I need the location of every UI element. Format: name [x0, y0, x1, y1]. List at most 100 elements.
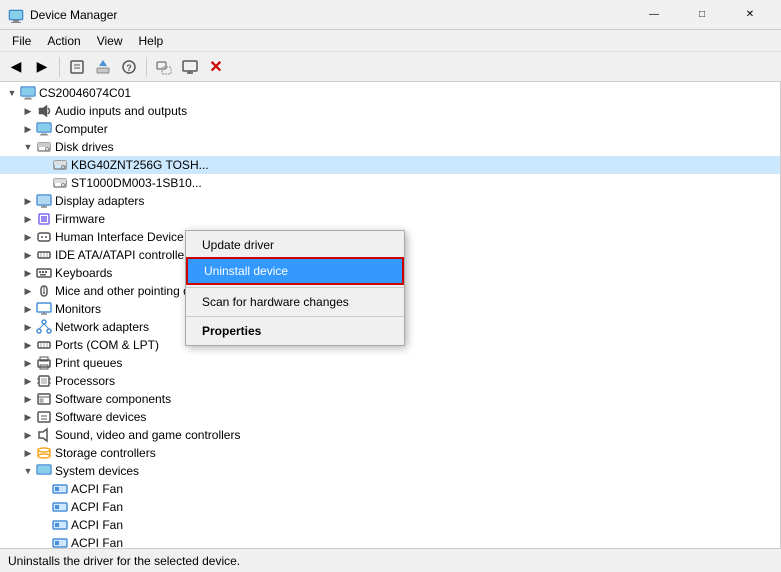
softwarecomponents-icon	[36, 391, 52, 407]
softwaredevices-label: Software devices	[55, 410, 146, 424]
print-icon	[36, 355, 52, 371]
mice-arrow: ▶	[20, 283, 36, 299]
tree-item-disk1[interactable]: ▶ KBG40ZNT256G TOSH...	[0, 156, 780, 174]
hid-arrow: ▶	[20, 229, 36, 245]
menu-view[interactable]: View	[89, 32, 131, 50]
acpi2-icon	[52, 499, 68, 515]
toolbar-help[interactable]: ?	[117, 55, 141, 79]
acpi4-label: ACPI Fan	[71, 536, 123, 548]
monitors-icon	[36, 301, 52, 317]
processors-icon	[36, 373, 52, 389]
tree-item-firmware[interactable]: ▶ Firmware	[0, 210, 780, 228]
firmware-arrow: ▶	[20, 211, 36, 227]
tree-item-display[interactable]: ▶ Display adapters	[0, 192, 780, 210]
tree-item-storage[interactable]: ▶ Storage controllers	[0, 444, 780, 462]
softwaredevices-icon	[36, 409, 52, 425]
menu-bar: File Action View Help	[0, 30, 781, 52]
print-label: Print queues	[55, 356, 122, 370]
tree-item-computer[interactable]: ▶ Computer	[0, 120, 780, 138]
storage-icon	[36, 445, 52, 461]
disk1-label: KBG40ZNT256G TOSH...	[71, 158, 209, 172]
monitors-label: Monitors	[55, 302, 101, 316]
main-area: ▼ CS20046074C01 ▶ Audio inputs and outpu…	[0, 82, 781, 548]
ide-arrow: ▶	[20, 247, 36, 263]
tree-item-systemdevices[interactable]: ▼ System devices	[0, 462, 780, 480]
maximize-button[interactable]: □	[679, 0, 725, 30]
context-sep-1	[186, 287, 404, 288]
systemdevices-icon	[36, 463, 52, 479]
tree-root[interactable]: ▼ CS20046074C01	[0, 84, 780, 102]
status-text: Uninstalls the driver for the selected d…	[8, 554, 240, 568]
acpi4-icon	[52, 535, 68, 548]
monitors-arrow: ▶	[20, 301, 36, 317]
processors-label: Processors	[55, 374, 115, 388]
context-scan-hardware[interactable]: Scan for hardware changes	[186, 290, 404, 314]
firmware-label: Firmware	[55, 212, 105, 226]
audio-label: Audio inputs and outputs	[55, 104, 187, 118]
toolbar-uninstall[interactable]: ✕	[204, 55, 228, 79]
window-controls: — □ ✕	[631, 0, 773, 30]
tree-item-sound[interactable]: ▶ Sound, video and game controllers	[0, 426, 780, 444]
tree-item-acpi3[interactable]: ▶ ACPI Fan	[0, 516, 780, 534]
toolbar-update-driver[interactable]	[91, 55, 115, 79]
context-properties[interactable]: Properties	[186, 319, 404, 343]
tree-item-print[interactable]: ▶ Print queues	[0, 354, 780, 372]
sound-icon	[36, 427, 52, 443]
app-icon	[8, 7, 24, 23]
minimize-button[interactable]: —	[631, 0, 677, 30]
ports-icon	[36, 337, 52, 353]
context-menu: Update driver Uninstall device Scan for …	[185, 230, 405, 346]
computer-arrow: ▶	[20, 121, 36, 137]
toolbar-scan[interactable]	[178, 55, 202, 79]
firmware-icon	[36, 211, 52, 227]
disk2-label: ST1000DM003-1SB10...	[71, 176, 202, 190]
context-sep-2	[186, 316, 404, 317]
ports-arrow: ▶	[20, 337, 36, 353]
ports-label: Ports (COM & LPT)	[55, 338, 159, 352]
keyboards-icon	[36, 265, 52, 281]
systemdevices-label: System devices	[55, 464, 139, 478]
processors-arrow: ▶	[20, 373, 36, 389]
tree-item-acpi1[interactable]: ▶ ACPI Fan	[0, 480, 780, 498]
diskdrives-icon	[36, 139, 52, 155]
sound-label: Sound, video and game controllers	[55, 428, 240, 442]
disk1-icon	[52, 157, 68, 173]
keyboards-label: Keyboards	[55, 266, 112, 280]
print-arrow: ▶	[20, 355, 36, 371]
network-arrow: ▶	[20, 319, 36, 335]
ide-icon	[36, 247, 52, 263]
root-icon	[20, 85, 36, 101]
disk2-icon	[52, 175, 68, 191]
context-update-driver[interactable]: Update driver	[186, 233, 404, 257]
root-label: CS20046074C01	[39, 86, 131, 100]
toolbar-properties[interactable]	[65, 55, 89, 79]
menu-file[interactable]: File	[4, 32, 39, 50]
diskdrives-arrow: ▼	[20, 139, 36, 155]
tree-item-processors[interactable]: ▶ Processors	[0, 372, 780, 390]
tree-item-diskdrives[interactable]: ▼ Disk drives	[0, 138, 780, 156]
softwarecomponents-arrow: ▶	[20, 391, 36, 407]
tree-item-acpi4[interactable]: ▶ ACPI Fan	[0, 534, 780, 548]
menu-action[interactable]: Action	[39, 32, 88, 50]
context-uninstall-device[interactable]: Uninstall device	[186, 257, 404, 285]
toolbar-back[interactable]: ◀	[4, 55, 28, 79]
tree-item-softwaredevices[interactable]: ▶ Software devices	[0, 408, 780, 426]
acpi1-label: ACPI Fan	[71, 482, 123, 496]
storage-label: Storage controllers	[55, 446, 156, 460]
tree-item-acpi2[interactable]: ▶ ACPI Fan	[0, 498, 780, 516]
toolbar-forward[interactable]: ▶	[30, 55, 54, 79]
menu-help[interactable]: Help	[131, 32, 172, 50]
display-arrow: ▶	[20, 193, 36, 209]
sound-arrow: ▶	[20, 427, 36, 443]
title-bar: Device Manager — □ ✕	[0, 0, 781, 30]
softwarecomponents-label: Software components	[55, 392, 171, 406]
window-title: Device Manager	[30, 8, 631, 22]
tree-item-audio[interactable]: ▶ Audio inputs and outputs	[0, 102, 780, 120]
display-label: Display adapters	[55, 194, 144, 208]
close-button[interactable]: ✕	[727, 0, 773, 30]
tree-item-disk2[interactable]: ▶ ST1000DM003-1SB10...	[0, 174, 780, 192]
tree-item-softwarecomponents[interactable]: ▶ Software components	[0, 390, 780, 408]
device-tree[interactable]: ▼ CS20046074C01 ▶ Audio inputs and outpu…	[0, 82, 781, 548]
toolbar-sep-1	[59, 57, 60, 77]
toolbar-show-hidden[interactable]	[152, 55, 176, 79]
